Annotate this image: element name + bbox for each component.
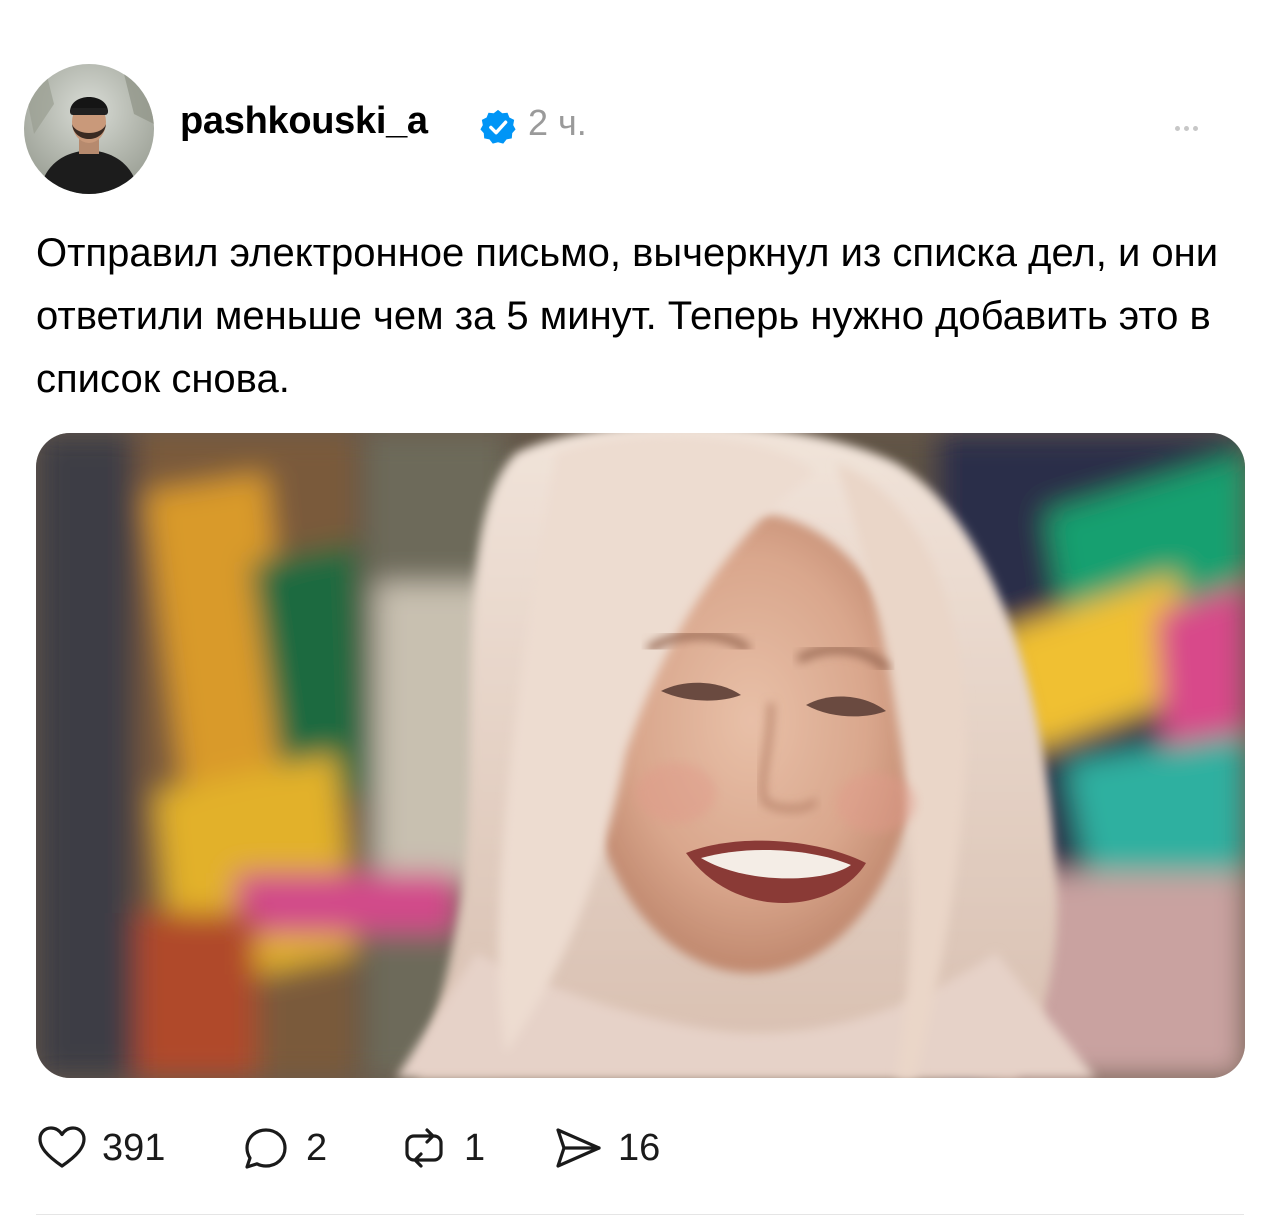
send-icon: [556, 1128, 601, 1168]
comment-count: 2: [306, 1126, 328, 1169]
crying-woman-photo: [36, 433, 1245, 1078]
comment-bubble-icon: [245, 1128, 287, 1169]
post-text: Отправил электронное письмо, вычеркнул и…: [36, 231, 1219, 401]
post-image[interactable]: [36, 433, 1245, 1078]
repost-icon: [405, 1128, 443, 1168]
repost-button[interactable]: 1: [398, 1120, 485, 1176]
repost-count: 1: [464, 1126, 486, 1169]
like-button[interactable]: 391: [36, 1120, 165, 1176]
comment-button[interactable]: 2: [240, 1120, 327, 1176]
post-actions: 391 2 1 16: [36, 1120, 736, 1176]
author-username[interactable]: pashkouski_a: [180, 100, 428, 143]
verified-badge-icon: [480, 109, 516, 144]
share-count: 16: [618, 1126, 661, 1169]
more-options-icon[interactable]: [1172, 118, 1200, 138]
post-timestamp: 2 ч.: [528, 102, 587, 143]
heart-icon: [38, 1126, 86, 1168]
avatar[interactable]: [24, 64, 154, 194]
post-divider: [36, 1214, 1244, 1215]
thread-post: pashkouski_a 2 ч. Отправил электронное п…: [0, 0, 1280, 1218]
avatar-photo: [24, 64, 154, 194]
share-button[interactable]: 16: [552, 1120, 660, 1176]
like-count: 391: [102, 1126, 166, 1169]
